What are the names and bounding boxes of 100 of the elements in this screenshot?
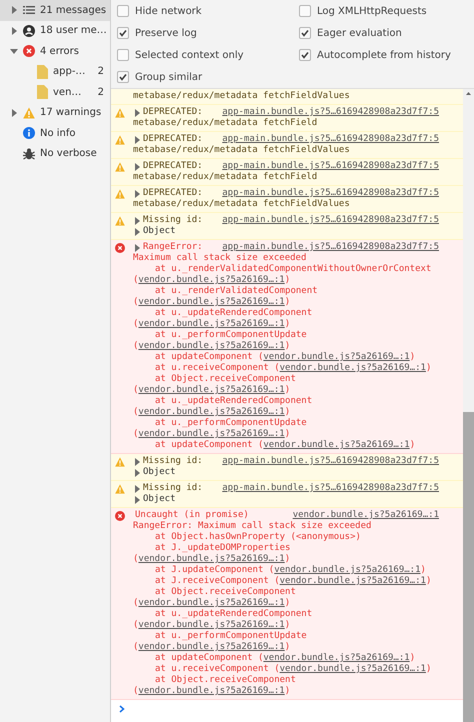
file-icon (37, 85, 48, 100)
source-link[interactable]: vendor.bundle.js?5a26169…:1 (280, 576, 426, 586)
scrollbar[interactable] (463, 89, 474, 722)
source-link[interactable]: vendor.bundle.js?5a26169…:1 (292, 510, 439, 521)
stack-frame: at updateComponent (vendor.bundle.js?5a26169…:1) (133, 352, 439, 363)
source-link[interactable]: vendor.bundle.js?5a26169…:1 (138, 598, 285, 608)
stack-frame: at J.updateComponent (vendor.bundle.js?5a26169…:1) (133, 565, 439, 576)
expand-arrow-icon[interactable] (133, 190, 141, 198)
checkbox[interactable] (117, 27, 129, 39)
message-text: metabase/redux/metadata fetchField (133, 172, 318, 183)
sidebar-item[interactable]: 17 warnings (0, 102, 110, 123)
stack-frame: at J._updateDOMProperties (vendor.bundle.js?5a26169…:1) (133, 543, 439, 565)
warning-icon (115, 108, 125, 118)
source-link[interactable]: vendor.bundle.js?5a26169…:1 (138, 686, 285, 696)
expand-arrow-icon[interactable] (133, 228, 141, 236)
setting-label: Autocomplete from history (317, 50, 451, 60)
expand-arrow-icon[interactable] (133, 162, 141, 170)
setting-label: Selected context only (135, 50, 244, 60)
source-link[interactable]: vendor.bundle.js?5a26169…:1 (138, 297, 285, 307)
checkbox[interactable] (117, 5, 129, 17)
object-label[interactable]: Object (143, 226, 176, 237)
expand-arrow-icon[interactable] (10, 26, 18, 35)
expand-arrow-icon[interactable] (133, 458, 141, 466)
source-link[interactable]: app-main.bundle.js?5…6169428908a23d7f7:5 (222, 483, 439, 494)
expand-arrow-icon[interactable] (10, 47, 18, 56)
source-link[interactable]: vendor.bundle.js?5a26169…:1 (274, 565, 421, 575)
stack-frame: at Object.receiveComponent (vendor.bundle.js?5a26169…:1) (133, 587, 439, 609)
source-link[interactable]: app-main.bundle.js?5…6169428908a23d7f7:5 (222, 188, 439, 199)
stack-frame: at u.receiveComponent (vendor.bundle.js?5a26169…:1) (133, 363, 439, 374)
source-link[interactable]: vendor.bundle.js?5a26169…:1 (138, 341, 285, 351)
sidebar-item[interactable]: 21 messages (0, 0, 110, 20)
setting-label: Eager evaluation (317, 28, 402, 38)
source-link[interactable]: vendor.bundle.js?5a26169…:1 (280, 664, 426, 674)
expand-arrow-icon[interactable] (133, 244, 141, 252)
source-link[interactable]: vendor.bundle.js?5a26169…:1 (280, 363, 426, 373)
source-link[interactable]: vendor.bundle.js?5a26169…:1 (263, 352, 410, 362)
sidebar-label: app-… (53, 66, 86, 78)
source-link[interactable]: vendor.bundle.js?5a26169…:1 (263, 440, 410, 450)
expand-arrow-icon[interactable] (133, 216, 141, 224)
object-label[interactable]: Object (143, 494, 176, 505)
sidebar-item[interactable]: 4 errors (0, 41, 110, 62)
file-icon (37, 64, 48, 79)
sidebar-label: 4 errors (40, 46, 80, 57)
warning-icon (115, 162, 125, 172)
message-title: Missing id: (143, 483, 203, 494)
expand-arrow-icon[interactable] (10, 6, 18, 14)
checkbox[interactable] (299, 27, 311, 39)
sidebar-item[interactable]: app-… 2 (0, 62, 110, 82)
expand-arrow-icon[interactable] (133, 484, 141, 492)
sidebar-item[interactable]: No info (0, 123, 110, 144)
stack-frame: at u._performComponentUpdate (vendor.bundle.js?5a26169…:1) (133, 631, 439, 653)
expand-arrow-icon[interactable] (133, 468, 141, 476)
expand-arrow-icon[interactable] (133, 108, 141, 116)
sidebar-label: ven… (53, 86, 82, 98)
count-label: 2 (98, 66, 104, 78)
source-link[interactable]: app-main.bundle.js?5…6169428908a23d7f7:5 (222, 242, 439, 253)
bug-icon (23, 148, 35, 160)
checkbox[interactable] (117, 49, 129, 61)
checkbox[interactable] (117, 71, 129, 83)
source-link[interactable]: vendor.bundle.js?5a26169…:1 (263, 653, 410, 663)
error-icon (115, 511, 125, 521)
source-link[interactable]: vendor.bundle.js?5a26169…:1 (138, 407, 285, 417)
expand-arrow-icon[interactable] (133, 496, 141, 504)
sidebar-label: No verbose (40, 148, 98, 160)
expand-arrow-icon[interactable] (133, 136, 141, 144)
stack-frame: at u._updateRenderedComponent (vendor.bundle.js?5a26169…:1) (133, 308, 439, 330)
checkbox[interactable] (299, 5, 311, 17)
stack-frame: at updateComponent (vendor.bundle.js?5a26169…:1) (133, 653, 439, 664)
source-link[interactable]: app-main.bundle.js?5…6169428908a23d7f7:5 (222, 161, 439, 172)
source-link[interactable]: vendor.bundle.js?5a26169…:1 (138, 642, 285, 652)
error-icon (115, 243, 125, 253)
expand-arrow-icon[interactable] (10, 108, 18, 117)
source-link[interactable]: app-main.bundle.js?5…6169428908a23d7f7:5 (222, 456, 439, 467)
sidebar-label: 17 warnings (40, 107, 102, 118)
sidebar-item[interactable]: 18 user me… (0, 20, 110, 41)
stack-frame: at u._performComponentUpdate (vendor.bundle.js?5a26169…:1) (133, 418, 439, 440)
object-label[interactable]: Object (143, 467, 176, 478)
message-text: metabase/redux/metadata fetchField (133, 118, 318, 129)
stack-frame: at J.receiveComponent (vendor.bundle.js?5a26169…:1) (133, 576, 439, 587)
source-link[interactable]: vendor.bundle.js?5a26169…:1 (138, 275, 285, 285)
message-title: DEPRECATED: (143, 188, 203, 199)
source-link[interactable]: app-main.bundle.js?5…6169428908a23d7f7:5 (222, 215, 439, 226)
warning-icon (115, 135, 125, 145)
stack-frame: at u._renderValidatedComponent (vendor.bundle.js?5a26169…:1) (133, 286, 439, 308)
source-link[interactable]: vendor.bundle.js?5a26169…:1 (138, 429, 285, 439)
source-link[interactable]: vendor.bundle.js?5a26169…:1 (138, 319, 285, 329)
source-link[interactable]: vendor.bundle.js?5a26169…:1 (138, 620, 285, 630)
source-link[interactable]: app-main.bundle.js?5…6169428908a23d7f7:5 (222, 107, 439, 118)
stack-frame: at u._updateRenderedComponent (vendor.bundle.js?5a26169…:1) (133, 609, 439, 631)
source-link[interactable]: vendor.bundle.js?5a26169…:1 (138, 385, 285, 395)
source-link[interactable]: vendor.bundle.js?5a26169…:1 (138, 554, 285, 564)
message-title: Missing id: (143, 456, 203, 467)
source-link[interactable]: app-main.bundle.js?5…6169428908a23d7f7:5 (222, 134, 439, 145)
stack-frame: at u._updateRenderedComponent (vendor.bundle.js?5a26169…:1) (133, 396, 439, 418)
checkbox[interactable] (299, 49, 311, 61)
sidebar-item[interactable]: ven… 2 (0, 82, 110, 102)
scrollbar-thumb[interactable] (463, 412, 474, 722)
message-title: DEPRECATED: (143, 161, 203, 172)
sidebar-item[interactable]: No verbose (0, 144, 110, 164)
warning-icon (115, 216, 125, 226)
